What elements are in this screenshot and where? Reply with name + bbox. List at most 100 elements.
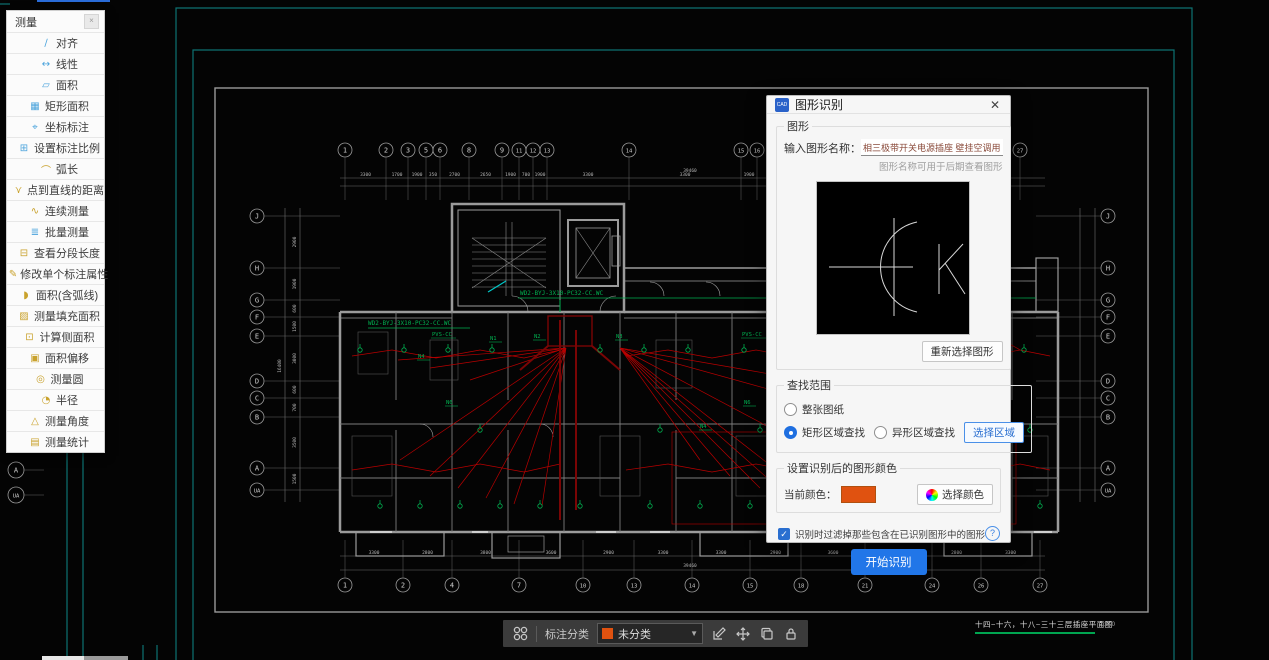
svg-text:D: D [255,377,259,385]
svg-text:PVS-CC: PVS-CC [742,332,762,338]
svg-text:J: J [255,212,259,220]
edit-icon[interactable] [711,626,727,642]
svg-text:4: 4 [450,581,454,589]
svg-text:N2: N2 [534,334,541,340]
sidebar-item-arc-length[interactable]: ⌒弧长 [7,158,104,179]
svg-text:1900: 1900 [744,172,755,178]
sidebar-item-coordinate[interactable]: ⌖坐标标注 [7,116,104,137]
svg-text:UA: UA [1105,488,1112,494]
svg-text:N3: N3 [616,334,623,340]
svg-text:600: 600 [292,385,298,393]
svg-text:H: H [1106,264,1110,272]
svg-text:2900: 2900 [292,236,298,247]
sidebar-item-batch-measure[interactable]: ≣批量测量 [7,221,104,242]
svg-text:J: J [1106,212,1110,220]
svg-text:2650: 2650 [480,172,491,178]
coordinate-icon: ⌖ [28,122,42,133]
filter-checkbox-label[interactable]: 识别时过滤掉那些包含在已识别图形中的图形 [795,527,985,541]
classification-grid-icon[interactable] [512,626,528,642]
svg-text:1900: 1900 [412,172,423,178]
sidebar-item-measure-circle[interactable]: ◎测量圆 [7,368,104,389]
svg-text:G: G [1106,296,1110,304]
sidebar-item-area-with-arc[interactable]: ◗面积(含弧线) [7,284,104,305]
category-dropdown[interactable]: 未分类 ▼ [597,623,703,644]
copy-icon[interactable] [759,626,775,642]
radio-rect-area-label[interactable]: 矩形区域查找 [802,425,865,440]
sheet-frame [0,4,1192,660]
reselect-graphic-button[interactable]: 重新选择图形 [922,341,1003,362]
svg-text:WD2-BYJ-3X10-PC32-CC.WC: WD2-BYJ-3X10-PC32-CC.WC [520,290,603,297]
sidebar-item-angle[interactable]: △测量角度 [7,410,104,431]
svg-text:F: F [255,313,259,321]
svg-text:3300: 3300 [583,172,594,178]
cad-canvas[interactable]: 1235689111213141516273300170019003502700… [0,0,1269,660]
area-icon: ▱ [39,80,53,91]
sidebar-item-edit-annotation[interactable]: ✎修改单个标注属性 [7,263,104,284]
sidebar-item-scale-setting[interactable]: ⊞设置标注比例 [7,137,104,158]
sidebar-item-radius[interactable]: ◔半径 [7,389,104,410]
sidebar-item-label: 面积 [56,77,78,93]
sidebar-item-segment-length[interactable]: ⊟查看分段长度 [7,242,104,263]
svg-text:3000: 3000 [292,353,298,364]
svg-text:1700: 1700 [392,172,403,178]
statistics-icon: ▤ [28,437,42,448]
sidebar-item-label: 设置标注比例 [34,140,100,156]
sidebar-item-rect-area[interactable]: ▦矩形面积 [7,95,104,116]
arc-length-icon: ⌒ [39,162,53,177]
measure-palette: 测量 × ∕对齐↔线性▱面积▦矩形面积⌖坐标标注⊞设置标注比例⌒弧长⋎点到直线的… [6,10,105,453]
svg-text:700: 700 [522,172,530,178]
search-range-legend: 查找范围 [784,377,834,393]
graphic-name-label: 输入图形名称： [784,140,861,156]
svg-text:26: 26 [978,583,985,589]
svg-text:13: 13 [631,583,638,589]
help-icon[interactable]: ? [985,526,1000,541]
close-icon[interactable]: × [84,14,99,29]
sidebar-item-point-line-dist[interactable]: ⋎点到直线的距离 [7,179,104,200]
measure-circle-icon: ◎ [34,374,48,385]
move-icon[interactable] [735,626,751,642]
sidebar-item-area[interactable]: ▱面积 [7,74,104,95]
svg-text:D: D [1106,377,1110,385]
svg-text:2700: 2700 [449,172,460,178]
current-color-swatch [841,486,876,503]
dialog-header[interactable]: CAD 图形识别 ✕ [767,96,1010,114]
sidebar-item-side-area[interactable]: ⊡计算侧面积 [7,326,104,347]
start-recognition-button[interactable]: 开始识别 [851,549,927,575]
sidebar-item-linear-dimension[interactable]: ↔线性 [7,53,104,74]
result-color-section: 设置识别后的图形颜色 当前颜色： 选择颜色 [776,460,1001,513]
sidebar-item-label: 面积(含弧线) [36,287,98,303]
radio-whole-sheet-label[interactable]: 整张图纸 [802,402,844,417]
svg-text:3: 3 [406,146,410,154]
select-area-button[interactable]: 选择区域 [964,422,1024,443]
sidebar-item-fill-area[interactable]: ▨测量填充面积 [7,305,104,326]
sidebar-item-continuous-measure[interactable]: ∿连续测量 [7,200,104,221]
svg-text:14: 14 [689,583,696,589]
filter-checkbox[interactable]: ✓ [778,528,790,540]
svg-text:27: 27 [1037,583,1044,589]
radio-polygon-area-label[interactable]: 异形区域查找 [892,425,955,440]
close-icon[interactable]: ✕ [988,98,1002,112]
graphic-name-input[interactable]: 相三极带开关电源插座 壁挂空调用 [861,139,1003,156]
lock-icon[interactable] [783,626,799,642]
radio-polygon-area[interactable] [874,426,887,439]
svg-text:C: C [1106,394,1110,402]
cyan-mark [488,281,506,292]
svg-text:5: 5 [424,146,428,154]
svg-text:15: 15 [738,148,745,154]
svg-text:2800: 2800 [422,550,433,556]
sidebar-item-align-dimension[interactable]: ∕对齐 [7,32,104,53]
svg-text:1500: 1500 [292,321,298,332]
sidebar-item-area-offset[interactable]: ▣面积偏移 [7,347,104,368]
sidebar-item-statistics[interactable]: ▤测量统计 [7,431,104,452]
app-root: 1235689111213141516273300170019003502700… [0,0,1269,660]
svg-text:A: A [14,466,19,474]
radio-rect-area[interactable] [784,426,797,439]
pick-color-button[interactable]: 选择颜色 [917,484,993,505]
sidebar-item-label: 对齐 [56,35,78,51]
pick-color-label: 选择颜色 [942,487,984,502]
svg-text:600: 600 [292,304,298,312]
svg-text:1: 1 [343,581,347,589]
radio-whole-sheet[interactable] [784,403,797,416]
svg-text:39460: 39460 [683,563,697,569]
bottom-strip-gray [84,656,128,660]
